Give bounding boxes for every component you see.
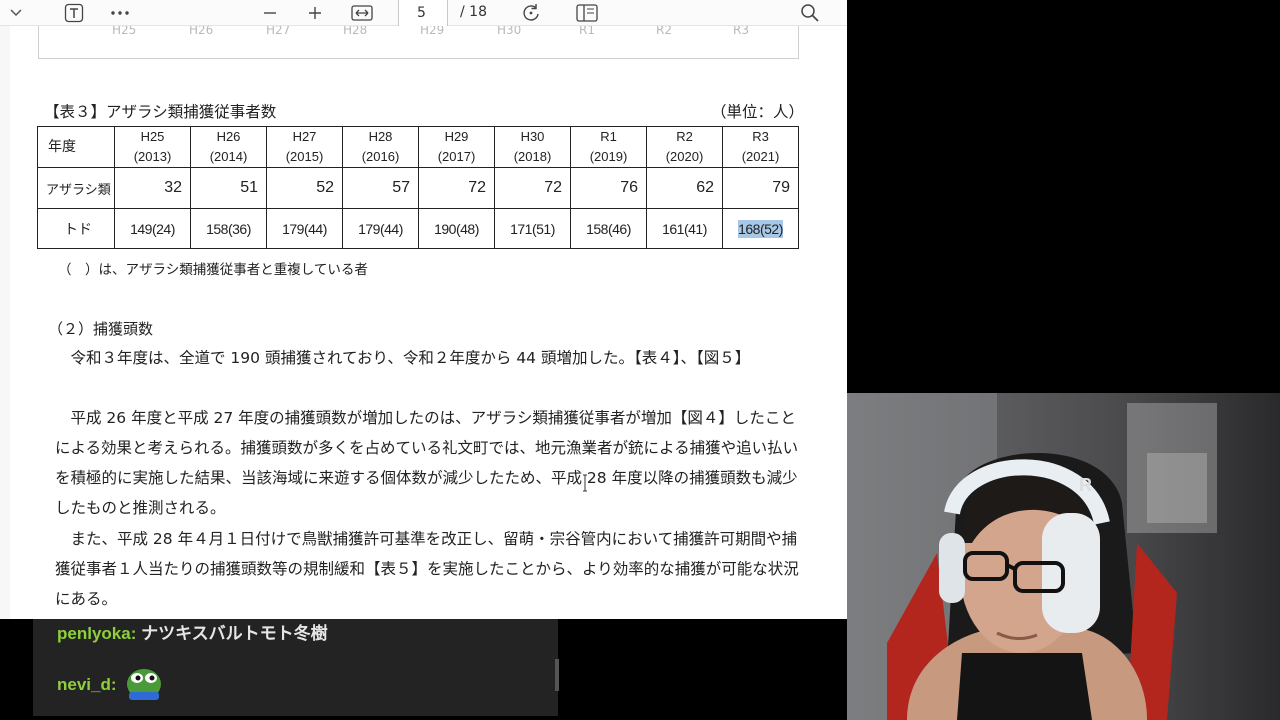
era-label: H25 bbox=[140, 129, 165, 144]
table-title: 【表３】アザラシ類捕獲従事者数 bbox=[44, 103, 277, 121]
table-row: トド 149(24) 158(36) 179(44) 179(44) 190(4… bbox=[37, 208, 799, 249]
year-label: R2 bbox=[656, 26, 672, 37]
era-label: H30 bbox=[520, 129, 545, 144]
ad-label: (2014) bbox=[209, 149, 248, 164]
zoom-out-icon[interactable] bbox=[258, 0, 282, 26]
table-cell: 62 bbox=[646, 167, 723, 209]
year-label: R1 bbox=[579, 26, 595, 37]
year-header: H25 (2013) bbox=[114, 126, 191, 168]
pdf-viewer: 5 / 18 H25 H26 H27 H28 H29 H30 R1 R2 R3 … bbox=[0, 0, 847, 619]
era-label: R1 bbox=[600, 129, 617, 144]
table-cell-selected[interactable]: 168(52) bbox=[722, 208, 799, 249]
zoom-in-icon[interactable] bbox=[303, 0, 327, 26]
year-header: H28 (2016) bbox=[342, 126, 419, 168]
table-cell: 72 bbox=[418, 167, 495, 209]
text-cursor-icon bbox=[582, 474, 587, 492]
table-cell: 190(48) bbox=[418, 208, 495, 249]
chat-text: ナツキスバルトモト冬樹 bbox=[141, 624, 328, 643]
paragraph: 平成 26 年度と平成 27 年度の捕獲頭数が増加したのは、アザラシ類捕獲従事者… bbox=[55, 409, 799, 517]
year-header: H29 (2017) bbox=[418, 126, 495, 168]
chat-scrollbar[interactable] bbox=[555, 659, 559, 691]
year-label: R3 bbox=[733, 26, 749, 37]
era-label: R3 bbox=[752, 129, 769, 144]
previous-chart-remnant: H25 H26 H27 H28 H29 H30 R1 R2 R3 bbox=[38, 26, 799, 59]
section-title: （２）捕獲頭数 bbox=[48, 320, 154, 338]
ad-label: (2017) bbox=[437, 149, 476, 164]
table-header-row: 年度 H25 (2013) H26 (2014) H27 (2015) H28 (201… bbox=[37, 126, 799, 168]
ad-label: (2019) bbox=[589, 149, 628, 164]
year-header: R3 (2021) bbox=[722, 126, 799, 168]
year-header: H27 (2015) bbox=[266, 126, 343, 168]
table-cell: 171(51) bbox=[494, 208, 571, 249]
ad-label: (2015) bbox=[285, 149, 324, 164]
ad-label: (2021) bbox=[741, 149, 780, 164]
year-header: H26 (2014) bbox=[190, 126, 267, 168]
year-header: H30 (2018) bbox=[494, 126, 571, 168]
year-label: H25 bbox=[112, 26, 137, 37]
paragraph: 令和３年度は、全道で 190 頭捕獲されており、令和２年度から 44 頭増加した… bbox=[55, 349, 751, 367]
table-cell: 72 bbox=[494, 167, 571, 209]
era-label: H27 bbox=[292, 129, 317, 144]
year-label: H29 bbox=[420, 26, 445, 37]
chat-username: nevi_d: bbox=[57, 674, 117, 694]
search-icon[interactable] bbox=[797, 0, 823, 26]
table-note: （ ）は、アザラシ類捕獲従事者と重複している者 bbox=[58, 262, 368, 278]
hunter-count-table: 年度 H25 (2013) H26 (2014) H27 (2015) H28 (201… bbox=[37, 126, 799, 249]
chevron-down-icon[interactable] bbox=[6, 0, 26, 26]
header-label: 年度 bbox=[37, 126, 115, 168]
more-options-icon[interactable] bbox=[108, 0, 132, 26]
headset-logo-text: R bbox=[1079, 475, 1092, 495]
row-label: トド bbox=[37, 208, 115, 249]
page-view-icon[interactable] bbox=[574, 0, 600, 26]
year-header: R1 (2019) bbox=[570, 126, 647, 168]
year-label: H26 bbox=[189, 26, 214, 37]
page-total-label: / 18 bbox=[460, 4, 487, 20]
row-label: アザラシ類 bbox=[37, 167, 115, 209]
year-label: H30 bbox=[497, 26, 522, 37]
table-row: アザラシ類 32 51 52 57 72 72 76 62 79 bbox=[37, 167, 799, 209]
table-cell: 32 bbox=[114, 167, 191, 209]
emote-icon bbox=[123, 662, 165, 707]
ad-label: (2013) bbox=[133, 149, 172, 164]
table-cell: 158(46) bbox=[570, 208, 647, 249]
chat-message: nevi_d: bbox=[57, 662, 171, 707]
ad-label: (2018) bbox=[513, 149, 552, 164]
selected-text[interactable]: 168(52) bbox=[738, 219, 783, 238]
webcam-feed: R bbox=[847, 393, 1280, 720]
table-cell: 52 bbox=[266, 167, 343, 209]
table-cell: 76 bbox=[570, 167, 647, 209]
era-label: H28 bbox=[368, 129, 393, 144]
era-label: H29 bbox=[444, 129, 469, 144]
text-tool-icon[interactable] bbox=[62, 0, 86, 26]
era-label: H26 bbox=[216, 129, 241, 144]
table-unit: （単位：人） bbox=[711, 103, 805, 121]
table-cell: 79 bbox=[722, 167, 799, 209]
table-cell: 51 bbox=[190, 167, 267, 209]
chat-message: penlyoka: ナツキスバルトモト冬樹 bbox=[57, 619, 328, 644]
chat-username: penlyoka: bbox=[57, 624, 137, 643]
table-cell: 57 bbox=[342, 167, 419, 209]
era-label: R2 bbox=[676, 129, 693, 144]
chat-overlay: penlyoka: ナツキスバルトモト冬樹 nevi_d: bbox=[33, 619, 559, 716]
table-cell: 149(24) bbox=[114, 208, 191, 249]
ad-label: (2016) bbox=[361, 149, 400, 164]
pdf-page: H25 H26 H27 H28 H29 H30 R1 R2 R3 【表３】アザラ… bbox=[10, 26, 847, 619]
table-cell: 179(44) bbox=[266, 208, 343, 249]
year-header: R2 (2020) bbox=[646, 126, 723, 168]
table-cell: 158(36) bbox=[190, 208, 267, 249]
ad-label: (2020) bbox=[665, 149, 704, 164]
table-cell: 179(44) bbox=[342, 208, 419, 249]
year-label: H27 bbox=[266, 26, 291, 37]
pdf-toolbar: 5 / 18 bbox=[0, 0, 847, 30]
paragraph: また、平成 28 年４月１日付けで鳥獣捕獲許可基準を改正し、留萌・宗谷管内におい… bbox=[55, 530, 799, 608]
webcam-image: R bbox=[847, 393, 1280, 720]
fit-width-icon[interactable] bbox=[348, 0, 376, 26]
year-label: H28 bbox=[343, 26, 368, 37]
rotate-icon[interactable] bbox=[518, 0, 544, 26]
table-cell: 161(41) bbox=[646, 208, 723, 249]
